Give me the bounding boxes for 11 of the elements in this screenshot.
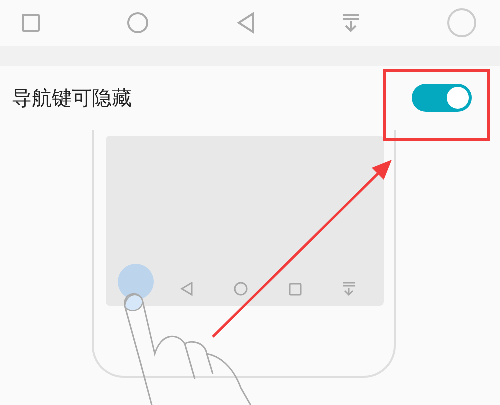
square-icon[interactable] bbox=[22, 14, 40, 32]
circle-icon[interactable] bbox=[127, 12, 150, 34]
back-triangle-icon bbox=[180, 282, 194, 296]
circle-icon[interactable] bbox=[447, 8, 477, 38]
toggle-switch[interactable] bbox=[412, 84, 472, 112]
pull-down-icon[interactable] bbox=[342, 13, 360, 33]
square-icon bbox=[288, 282, 302, 296]
circle-icon bbox=[234, 282, 248, 296]
pull-down-icon bbox=[342, 282, 356, 296]
back-triangle-icon[interactable] bbox=[236, 12, 254, 34]
setting-label: 导航键可隐藏 bbox=[12, 84, 132, 112]
